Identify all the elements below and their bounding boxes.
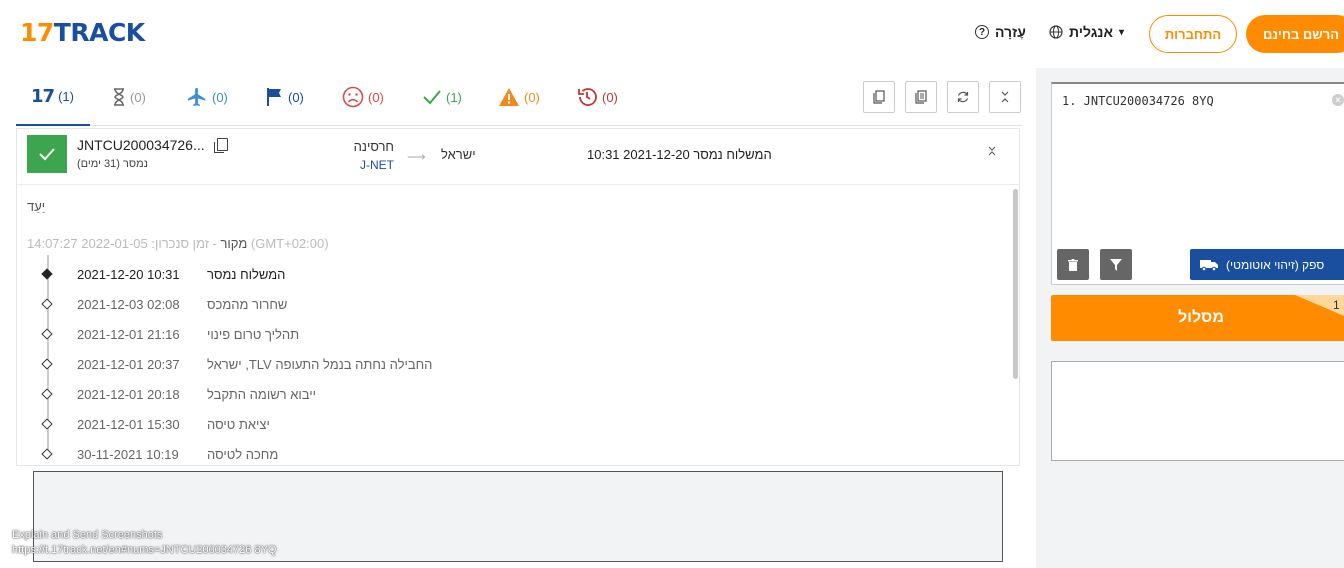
top-header: 17TRACK ? עֶזרָה אנגלית ▾ התחברות הרשם ב… — [0, 0, 1344, 68]
tab-delivered[interactable]: (1) — [422, 86, 462, 108]
event-marker — [41, 268, 53, 280]
copy-list-icon — [915, 90, 927, 104]
delete-button[interactable] — [1057, 249, 1089, 280]
caret-down-icon: ▾ — [1119, 26, 1125, 38]
airplane-icon — [187, 87, 206, 107]
timeline-event: 2021-12-01 15:30 יציאת טיסה — [17, 415, 617, 435]
screenshot-watermark: Explain and Send Screenshots https://t.1… — [12, 529, 277, 556]
language-selector[interactable]: אנגלית ▾ — [1049, 24, 1124, 40]
copy-button[interactable] — [863, 81, 895, 113]
signup-button[interactable]: הרשם בחינם — [1246, 15, 1344, 53]
carrier-button-label: ספק (זיהוי אוטומטי) — [1226, 257, 1325, 272]
login-button[interactable]: התחברות — [1149, 15, 1237, 53]
event-marker — [41, 448, 53, 460]
timeline-event: 2021-12-01 20:18 ייבוא רשומה התקבל — [17, 385, 617, 405]
event-marker — [41, 358, 53, 370]
refresh-icon — [957, 91, 969, 103]
collapse-all-button[interactable] — [989, 81, 1021, 113]
timeline-event: 2021-12-01 20:37 ישראל ,TLV החבילה נחתה ב… — [17, 355, 617, 375]
status-tabs: 17 (1) (0) (0) (0) (0) (1) (0) (0) — [16, 68, 1022, 126]
clear-icon[interactable]: ✕ — [1332, 94, 1344, 106]
site-logo[interactable]: 17TRACK — [20, 19, 145, 47]
collapse-icon[interactable] — [987, 145, 997, 160]
copy-icon[interactable] — [214, 138, 228, 153]
filter-icon — [1110, 258, 1122, 271]
side-ad-placeholder — [1051, 361, 1344, 461]
latest-event: המשלוח נמסר 2021-12-20 10:31 — [587, 147, 772, 162]
tracking-number-textarea[interactable]: 1. JNTCU200034726 8YQ ✕ ספק (זיהוי אוטומ… — [1051, 82, 1344, 285]
source-line: מקור - זמן סנכרון: 2022-01-05 14:07:27 (… — [27, 236, 329, 251]
event-marker — [41, 418, 53, 430]
flag-icon — [267, 88, 281, 106]
language-label: אנגלית — [1069, 24, 1114, 40]
17-logo-icon: 17 — [31, 85, 55, 107]
trash-icon — [1068, 258, 1078, 271]
tab-alert[interactable]: (0) — [498, 86, 540, 108]
warning-icon — [499, 88, 519, 106]
event-marker — [41, 298, 53, 310]
check-icon — [423, 90, 441, 105]
tab-not-found[interactable]: (0) — [112, 86, 146, 108]
collapse-icon — [1001, 91, 1009, 103]
arrow-right-icon: ⟶ — [407, 149, 426, 164]
delivery-days: נמסר (31 ימים) — [77, 158, 148, 170]
timeline-event: 2021-12-20 10:31 המשלוח נמסר — [17, 265, 617, 285]
help-label: עֶזרָה — [995, 24, 1026, 40]
refresh-button[interactable] — [947, 81, 979, 113]
scrollbar[interactable] — [1013, 189, 1018, 379]
tracking-input-value[interactable]: 1. JNTCU200034726 8YQ — [1062, 94, 1214, 108]
count-badge: 1 — [1333, 298, 1340, 312]
hourglass-icon — [114, 88, 124, 106]
truck-icon — [1200, 259, 1218, 271]
timeline-event: 30-11-2021 10:19 מחכה לטיסה — [17, 445, 617, 465]
result-summary-row[interactable]: JNTCU200034726... נמסר (31 ימים) חרסינה … — [17, 129, 1019, 379]
tab-all[interactable]: 17 (1) — [16, 68, 90, 126]
tab-in-transit[interactable]: (0) — [186, 86, 228, 108]
origin-country: חרסינה — [353, 139, 394, 154]
tracking-result: JNTCU200034726... נמסר (31 ימים) חרסינה … — [16, 128, 1020, 466]
question-icon: ? — [975, 25, 989, 39]
carrier-select-button[interactable]: ספק (זיהוי אוטומטי) — [1190, 249, 1344, 280]
timeline-event: 2021-12-01 21:16 תהליך טרום פינוי — [17, 325, 617, 345]
destination-country: ישראל — [441, 147, 476, 162]
destination-label: יַעַד — [27, 199, 46, 214]
help-link[interactable]: ? עֶזרָה — [975, 24, 1026, 40]
timeline-event: 2021-12-03 02:08 שחרור מהמכס — [17, 295, 617, 315]
tracking-input-panel: 1. JNTCU200034726 8YQ ✕ ספק (זיהוי אוטומ… — [1036, 68, 1344, 568]
track-button-label: מסלול — [1178, 309, 1224, 326]
check-icon — [39, 148, 55, 161]
filter-button[interactable] — [1100, 249, 1132, 280]
delivered-status-badge — [27, 135, 67, 173]
event-marker — [41, 388, 53, 400]
history-icon — [578, 88, 597, 106]
carrier-link[interactable]: J-NET — [337, 158, 394, 172]
sad-face-icon — [342, 86, 364, 108]
copy-icon — [873, 90, 885, 104]
globe-icon — [1049, 25, 1063, 39]
track-button[interactable]: מסלול 1 — [1051, 295, 1344, 341]
copy-all-button[interactable] — [905, 81, 937, 113]
tracking-number[interactable]: JNTCU200034726... — [77, 137, 205, 153]
tab-expired[interactable]: (0) — [576, 86, 618, 108]
event-marker — [41, 328, 53, 340]
tab-pickup[interactable]: (0) — [266, 86, 304, 108]
tab-undelivered[interactable]: (0) — [342, 86, 384, 108]
